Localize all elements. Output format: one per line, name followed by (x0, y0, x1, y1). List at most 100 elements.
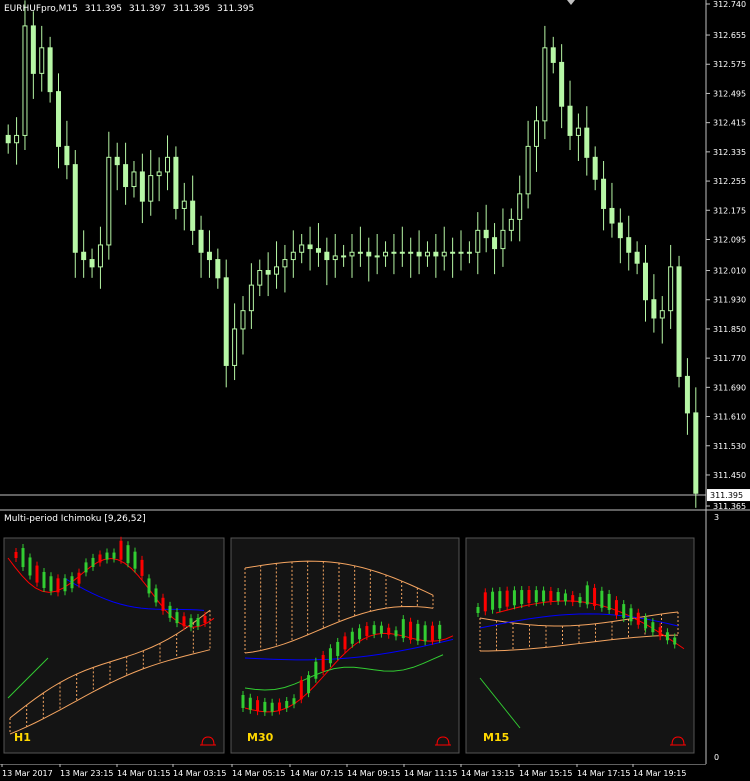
candle-body (56, 91, 62, 147)
candle-body (274, 266, 280, 275)
panel-candle-body (147, 578, 151, 594)
candle-body (106, 156, 112, 246)
panel-candle-body (527, 590, 531, 604)
candle-body (131, 171, 137, 188)
panel-candle-body (248, 697, 252, 710)
candle-body (609, 207, 615, 224)
candle-body (14, 134, 20, 144)
ohlc-close: 311.395 (217, 4, 255, 14)
panel-candle-body (512, 590, 516, 606)
panel-candle-body (321, 654, 325, 671)
panel-candle-body (42, 571, 46, 588)
candle-body (290, 251, 296, 261)
panel-candle-body (622, 604, 626, 619)
panel-candle-body (585, 585, 589, 605)
panel-candle-body (277, 702, 281, 711)
price-tick-label: 311.530 (713, 442, 746, 451)
candle-body (575, 127, 581, 136)
panel-candle-body (70, 576, 74, 589)
panel-candle-body (401, 619, 405, 639)
candle-body (89, 259, 95, 268)
candle-body (181, 200, 187, 209)
panel-candle-body (438, 624, 442, 639)
panel-candle-body (314, 661, 318, 679)
panel-candle-body (84, 562, 88, 573)
scroll-marker-icon[interactable] (567, 0, 575, 5)
panel-candle-body (372, 625, 376, 635)
panel-candle-body (423, 625, 427, 642)
time-tick-label: 14 Mar 07:15 (290, 769, 343, 778)
panel-candle-body (285, 700, 289, 708)
price-tick-label: 311.365 (713, 502, 746, 511)
candle-body (39, 47, 45, 74)
panel-candle-body (119, 540, 123, 560)
panel-candle-body (483, 592, 487, 612)
price-tick-label: 311.930 (713, 296, 746, 305)
candle-body (97, 244, 103, 268)
panel-candle-body (636, 612, 640, 625)
panel-candle-body (430, 625, 434, 641)
candle-body (550, 47, 556, 63)
panel-candle-body (28, 557, 32, 576)
candle-body (22, 25, 28, 136)
candle-body (5, 134, 11, 144)
panel-candle-body (182, 616, 186, 627)
panel-candle-body (651, 622, 655, 633)
candle-body (567, 105, 573, 136)
panel-candle-body (77, 572, 81, 584)
panel-candle-body (600, 590, 604, 608)
price-tick-label: 312.335 (713, 148, 746, 157)
panel-candle-body (189, 618, 193, 628)
price-chart[interactable]: 312.740 312.655 312.575 312.495 312.415 312.3… (0, 0, 750, 512)
panel-candle-body (126, 545, 130, 564)
candle-body (584, 127, 590, 158)
price-tick-label: 312.495 (713, 89, 746, 98)
panel-candle-body (63, 578, 67, 592)
candle-body (307, 244, 313, 250)
ichimoku-indicator[interactable]: 30 (0, 512, 750, 764)
time-tick-label: 13 Mar 2017 (2, 769, 53, 778)
panel-candle-body (307, 675, 311, 694)
panel-candle-body (299, 680, 303, 700)
panel-candle-body (658, 627, 662, 637)
candle-body (466, 251, 472, 254)
panel-candle-body (133, 551, 137, 569)
candle-body (416, 251, 422, 257)
panel-candle-body (161, 597, 165, 611)
candle-body (617, 222, 623, 239)
time-tick-label: 14 Mar 05:15 (232, 769, 285, 778)
panel-candle-body (387, 627, 391, 635)
candle-body (642, 262, 648, 301)
candle-body (508, 218, 514, 231)
price-tick-label: 312.175 (713, 206, 746, 215)
price-tick-label: 312.010 (713, 267, 746, 276)
candle-body (190, 200, 196, 231)
candle-body (684, 375, 690, 414)
panel-m30 (230, 537, 460, 754)
candle-body (123, 164, 129, 188)
indicator-title: Multi-period Ichimoku [9,26,52] (4, 514, 146, 524)
panel-candle-body (571, 595, 575, 603)
candle-body (341, 255, 347, 258)
panel-candle-body (112, 552, 116, 559)
candle-body (424, 251, 430, 257)
panel-candle-body (203, 615, 207, 623)
panel-candle-body (91, 557, 95, 567)
panel-candle-body (49, 576, 53, 592)
panel-candle-body (270, 702, 274, 712)
time-tick-label: 14 Mar 01:15 (117, 769, 170, 778)
panel-h1 (3, 536, 225, 754)
candle-body (173, 156, 179, 209)
candle-body (139, 171, 145, 202)
panel-candle-body (328, 648, 332, 664)
panel-candle-body (549, 590, 553, 601)
candle-body (533, 120, 539, 147)
time-axis: 13 Mar 2017 13 Mar 23:15 14 Mar 01:15 14 Ma… (0, 764, 706, 778)
panel-candle-body (505, 590, 509, 607)
candle-body (223, 277, 229, 366)
price-tick-label: 311.690 (713, 383, 746, 392)
candle-body (198, 229, 204, 253)
candle-body (676, 266, 682, 377)
candle-body (383, 251, 389, 257)
time-tick-label: 14 Mar 03:15 (173, 769, 226, 778)
